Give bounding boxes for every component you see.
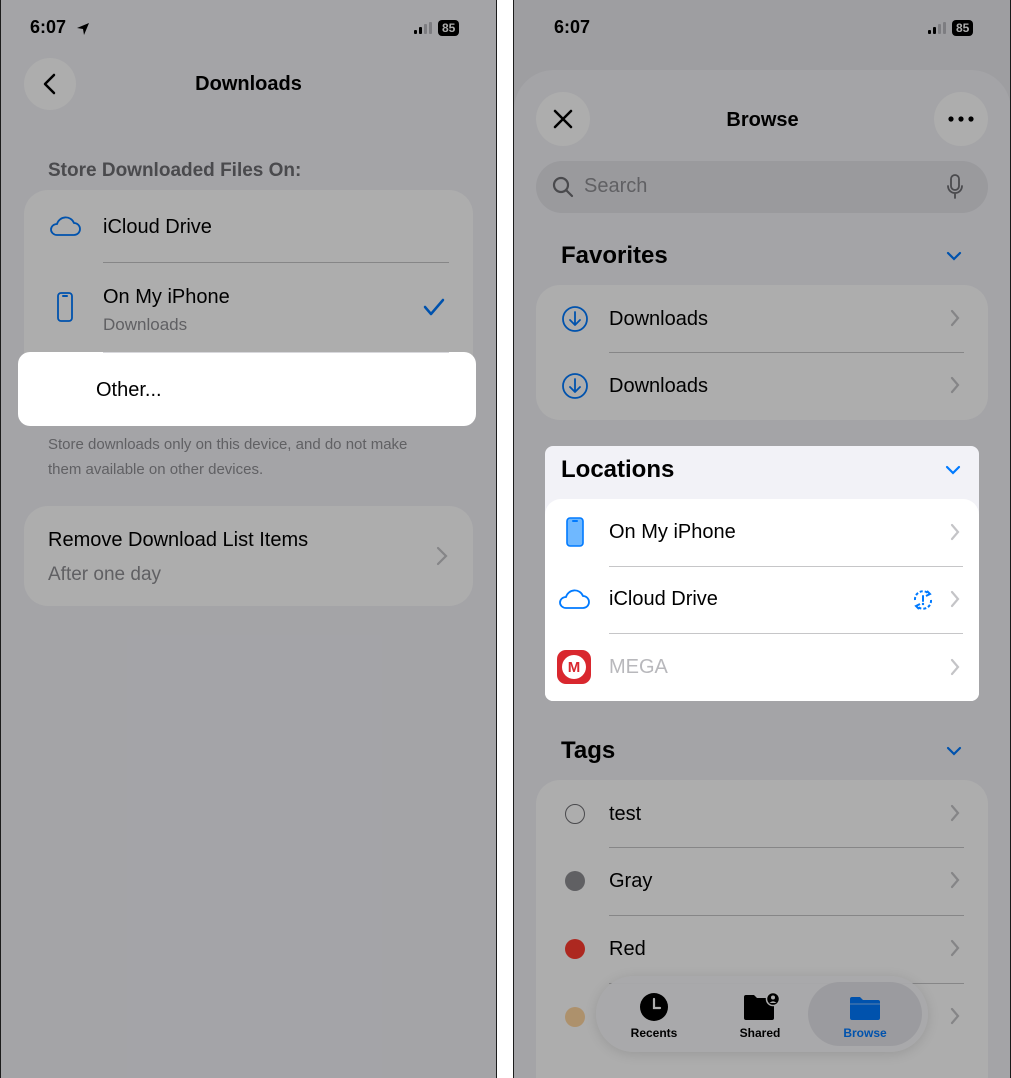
favorite-item[interactable]: Downloads	[536, 353, 988, 420]
location-arrow-icon	[77, 23, 89, 35]
left-screen: 6:07 85 Downloads Store Downloaded Files…	[0, 0, 497, 1078]
chevron-right-icon	[950, 523, 960, 541]
option-iphone-sublabel: Downloads	[103, 315, 188, 334]
chevron-right-icon	[950, 309, 960, 327]
tab-recents[interactable]: Recents	[602, 982, 706, 1046]
location-label: On My iPhone	[609, 521, 736, 543]
remove-download-items-row[interactable]: Remove Download List Items After one day	[24, 506, 473, 606]
tab-shared[interactable]: Shared	[708, 982, 812, 1046]
option-icloud-label: iCloud Drive	[103, 216, 212, 238]
download-icon	[562, 306, 588, 332]
favorite-label: Downloads	[609, 308, 708, 330]
tag-label: Red	[609, 938, 646, 960]
location-on-my-iphone[interactable]: On My iPhone	[545, 499, 979, 566]
option-other-label: Other...	[96, 379, 162, 401]
option-on-my-iphone[interactable]: On My iPhone Downloads	[24, 263, 473, 351]
chevron-down-icon[interactable]	[946, 745, 962, 757]
chevron-down-icon[interactable]	[946, 250, 962, 262]
signal-icon	[928, 22, 946, 34]
frame-edge	[0, 0, 1, 1078]
option-icloud-drive[interactable]: iCloud Drive	[24, 190, 473, 262]
favorites-list: Downloads Downloads	[536, 285, 988, 420]
right-screen: 6:07 85 Browse Search Favorites Download…	[514, 0, 1011, 1078]
tag-label: test	[609, 803, 642, 825]
search-placeholder: Search	[584, 175, 648, 197]
location-mega[interactable]: M MEGA	[545, 634, 979, 701]
tag-item[interactable]: Red	[536, 916, 988, 983]
cloud-icon	[50, 216, 81, 236]
option-other[interactable]: Other...	[18, 352, 476, 426]
tag-color-dot	[565, 939, 585, 959]
chevron-down-icon[interactable]	[945, 464, 961, 476]
remove-value: After one day	[48, 564, 162, 585]
download-icon	[562, 373, 588, 399]
location-label: MEGA	[609, 656, 668, 678]
search-icon	[552, 176, 574, 198]
chevron-right-icon	[950, 590, 960, 608]
locations-title[interactable]: Locations	[561, 456, 674, 484]
divider	[103, 352, 449, 353]
chevron-right-icon	[950, 658, 960, 676]
favorite-label: Downloads	[609, 375, 708, 397]
locations-section: Locations On My iPhone iCloud Drive M ME…	[545, 446, 979, 701]
mega-app-icon: M	[557, 650, 591, 684]
sync-icon	[913, 590, 933, 610]
battery-icon: 85	[438, 20, 460, 36]
checkmark-icon	[423, 298, 445, 316]
status-indicators: 85	[414, 20, 460, 36]
tab-shared-label: Shared	[739, 1026, 781, 1040]
shared-folder-icon	[744, 992, 780, 1020]
battery-icon: 85	[952, 20, 974, 36]
tag-color-dot	[565, 871, 585, 891]
tab-browse[interactable]: Browse	[808, 982, 922, 1046]
iphone-icon	[566, 517, 584, 547]
tab-recents-label: Recents	[630, 1026, 678, 1040]
chevron-right-icon	[950, 804, 960, 822]
footnote-line-1: Store downloads only on this device, and…	[48, 436, 408, 453]
option-iphone-label: On My iPhone	[103, 286, 230, 308]
tag-item[interactable]: test	[536, 780, 988, 847]
signal-icon	[414, 22, 432, 34]
ellipsis-icon	[948, 116, 974, 122]
chevron-right-icon	[950, 1007, 960, 1025]
status-indicators: 85	[928, 20, 974, 36]
chevron-right-icon	[950, 871, 960, 889]
page-title: Downloads	[195, 73, 302, 95]
panel-divider	[497, 0, 514, 1078]
cloud-icon	[559, 589, 590, 609]
microphone-icon[interactable]	[946, 174, 964, 200]
tag-color-dot	[565, 1007, 585, 1027]
footnote: Store downloads only on this device, and…	[48, 432, 407, 482]
tag-label: Gray	[609, 870, 653, 892]
chevron-right-icon	[436, 546, 448, 566]
locations-list: On My iPhone iCloud Drive M MEGA	[545, 499, 979, 701]
tag-color-dot	[565, 804, 585, 824]
tab-browse-label: Browse	[843, 1026, 887, 1040]
tags-title[interactable]: Tags	[561, 737, 615, 765]
chevron-right-icon	[950, 376, 960, 394]
more-button[interactable]	[934, 92, 988, 146]
search-field[interactable]: Search	[536, 161, 988, 213]
frame-edge	[496, 0, 497, 1078]
status-time: 6:07	[554, 17, 591, 37]
folder-icon	[850, 997, 880, 1020]
chevron-right-icon	[950, 939, 960, 957]
tag-item[interactable]: Gray	[536, 848, 988, 915]
iphone-icon	[57, 292, 73, 322]
favorite-item[interactable]: Downloads	[536, 285, 988, 352]
clock-icon	[640, 993, 668, 1021]
footnote-line-2: them available on other devices.	[48, 461, 264, 478]
tab-bar: Recents Shared Browse	[596, 976, 928, 1052]
location-label: iCloud Drive	[609, 588, 718, 610]
location-icloud-drive[interactable]: iCloud Drive	[545, 567, 979, 633]
favorites-title[interactable]: Favorites	[561, 242, 668, 270]
status-time: 6:07	[30, 17, 67, 37]
remove-label: Remove Download List Items	[48, 529, 309, 551]
frame-edge	[513, 0, 514, 1078]
store-header: Store Downloaded Files On:	[48, 160, 302, 181]
